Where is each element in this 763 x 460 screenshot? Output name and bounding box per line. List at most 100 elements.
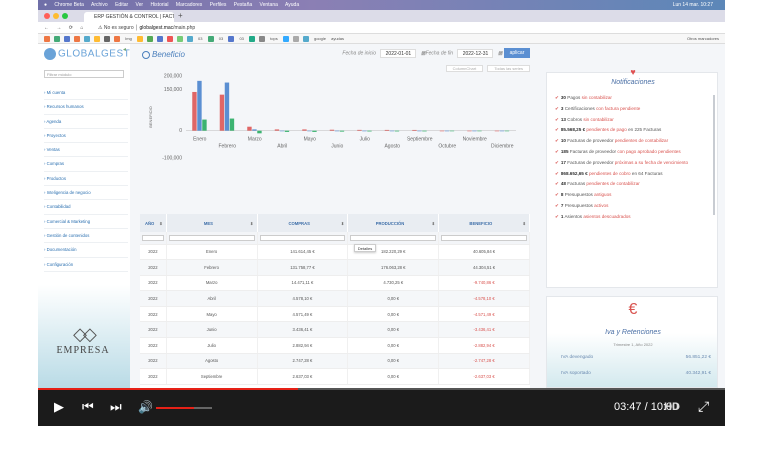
collapse-sidebar-icon[interactable]: ◂ (123, 46, 126, 53)
table-row[interactable]: 2022 Abril 4.578,10 €0,00 € -4.578,10 € (140, 290, 530, 307)
sidebar-item-agenda[interactable]: › Agenda (44, 115, 128, 129)
table-row[interactable]: 2022 Julio 2.882,94 €0,00 € -2.882,94 € (140, 337, 530, 354)
bar-beneficio (339, 130, 345, 132)
end-date-input[interactable]: 2022-12-31 (457, 48, 494, 58)
x-tick-label: Noviembre (463, 137, 487, 143)
sidebar-item-contenidos[interactable]: › Gestión de contenidos (44, 229, 128, 244)
url-host: globalgest.mac (139, 25, 174, 31)
sidebar-item-compras[interactable]: › Compras (44, 157, 128, 172)
sidebar-item-recursos-humanos[interactable]: › Recursos humanos (44, 100, 128, 115)
apply-button[interactable]: aplicar (504, 48, 530, 58)
search-icon (142, 50, 150, 59)
menu-app[interactable]: Chrome Beta (54, 2, 83, 8)
menu-pestana[interactable]: Pestaña (234, 2, 252, 8)
menu-ayuda[interactable]: Ayuda (285, 2, 299, 8)
nav-arrows-icon[interactable]: ← → ⟳ ⌂ (44, 22, 86, 34)
menu-editar[interactable]: Editar (115, 2, 128, 8)
table-row[interactable]: 2022 Febrero 131.758,77 €176.063,28 €44.30… (140, 259, 530, 276)
tab-erp[interactable]: ERP GESTIÓN & CONTROL | FACT (84, 12, 174, 22)
col-header-produccion[interactable]: PRODUCCIÓN ⬍ (347, 214, 440, 232)
menu-archivo[interactable]: Archivo (91, 2, 108, 8)
minimize-window-icon[interactable] (53, 13, 59, 19)
hd-button[interactable]: HD (664, 401, 680, 413)
col-header-beneficio[interactable]: BENEFICIO ⬍ (438, 214, 530, 232)
bookmark-03b[interactable]: 03 (219, 36, 223, 41)
module-filter-input[interactable]: Filtrar módulo (44, 70, 124, 78)
notification-highlight: sin contabilizar (583, 116, 614, 122)
sidebar-item-proyectos[interactable]: › Proyectos (44, 129, 128, 144)
menu-ventana[interactable]: Ventana (260, 2, 278, 8)
fullscreen-icon[interactable]: ⤢ (698, 398, 709, 415)
url-field[interactable]: ⚠ No es seguro │ globalgest.mac/main.php (98, 22, 195, 34)
notification-item[interactable]: ✔ 7 Presupuestos activos (555, 203, 711, 209)
notification-item[interactable]: ✔ 17 Facturas de proveedor próximas a su … (555, 160, 711, 166)
next-icon[interactable]: ⏭ (110, 400, 122, 414)
menu-marcadores[interactable]: Marcadores (176, 2, 202, 8)
date-filter: Fecha de inicio 2022-01-01 ▦ Fecha de fin… (342, 48, 530, 60)
volume-slider[interactable] (156, 407, 212, 409)
close-window-icon[interactable] (44, 13, 50, 19)
table-row[interactable]: 2022 Enero 141.614,45 €182.220,29 €40.605,… (140, 244, 530, 261)
bookmark-google[interactable]: google (314, 36, 326, 41)
new-tab-button[interactable]: + (178, 11, 183, 20)
sidebar-item-mi-cuenta[interactable]: › Mi cuenta (44, 86, 128, 101)
table-row[interactable]: 2022 Septiembre 2.637,03 €0,00 € -2.637,03 … (140, 368, 530, 385)
notification-item[interactable]: ✔ 30 Pagos sin contabilizar (555, 95, 711, 101)
zoom-window-icon[interactable] (62, 13, 68, 19)
x-tick-label: Octubre (438, 144, 456, 150)
notification-item[interactable]: ✔ 1 Asientos asientos descuadrados (555, 214, 711, 220)
sidebar-item-productos[interactable]: › Productos (44, 172, 128, 187)
bar-compras (384, 129, 390, 131)
notification-item[interactable]: ✔ 185 Facturas de proveedor con pago apro… (555, 149, 711, 155)
notification-item[interactable]: ✔ 13 Cobros sin contabilizar (555, 117, 711, 123)
table-cell: 2022 (140, 244, 167, 261)
notification-item[interactable]: ✔ 8 Presupuestos antiguos (555, 192, 711, 198)
filter-ano-input[interactable] (142, 234, 164, 241)
notifications-scrollbar[interactable] (713, 95, 715, 215)
notification-item[interactable]: ✔ 3 Certificaciones con factura pendiente (555, 106, 711, 112)
col-header-compras[interactable]: COMPRAS ⬍ (257, 214, 349, 232)
table-row[interactable]: 2022 Marzo 14.471,11 €4.730,25 € -9.740,86 … (140, 275, 530, 292)
sidebar-item-configuracion[interactable]: › Configuración (44, 258, 128, 272)
start-date-input[interactable]: 2022-01-01 (380, 48, 417, 58)
bookmark-tops[interactable]: tops (270, 36, 278, 41)
filter-mes-input[interactable] (168, 234, 255, 241)
menu-perfiles[interactable]: Perfiles (210, 2, 227, 8)
menu-ver[interactable]: Ver (136, 2, 144, 8)
sidebar-item-documentacion[interactable]: › Documentación (44, 243, 128, 258)
app-logo[interactable]: GLOBALGEST (44, 48, 130, 62)
x-tick-label: Junio (331, 144, 343, 150)
col-header-ano[interactable]: AÑO ⬍ (140, 214, 167, 232)
menu-historial[interactable]: Historial (150, 2, 168, 8)
sidebar-item-ventas[interactable]: › Ventas (44, 143, 128, 158)
filter-produccion-input[interactable] (350, 234, 437, 241)
filter-beneficio-input[interactable] (441, 234, 527, 241)
bookmark-img[interactable]: Img (125, 36, 132, 41)
bookmark-03a[interactable]: 03 (198, 36, 202, 41)
sidebar-item-comercial[interactable]: › Comercial & Marketing (44, 215, 128, 229)
notification-item[interactable]: ✔ 48 Facturas pendientes de contabilizar (555, 181, 711, 187)
notification-item[interactable]: ✔ 868.652,65 € pendientes de cobro en 64 … (555, 171, 711, 177)
volume-icon[interactable]: 🔊 (138, 400, 153, 414)
apple-icon[interactable]: ● (44, 2, 47, 8)
bookmark-03c[interactable]: 03 (239, 36, 243, 41)
bookmark-ayudas[interactable]: ayudas (331, 36, 344, 41)
notification-item[interactable]: ✔ 10 Facturas de proveedor pendientes de … (555, 138, 711, 144)
notification-item[interactable]: ✔ 85.568,25 € pendientes de pago en 225 F… (555, 127, 711, 133)
bookmark-otros[interactable]: Otros marcadores (687, 34, 719, 43)
notification-highlight: pendientes de cobro (588, 170, 631, 176)
sidebar-item-inteligencia[interactable]: › Inteligencia de negocio (44, 186, 128, 201)
col-header-mes[interactable]: MES ⬍ (166, 214, 258, 232)
filter-compras-input[interactable] (259, 234, 346, 241)
table-row[interactable]: 2022 Junio 3.436,41 €0,00 € -3.436,41 € (140, 321, 530, 339)
previous-icon[interactable]: ⏮ (82, 400, 94, 414)
calendar-icon[interactable]: ▦ (498, 50, 503, 56)
table-row[interactable]: 2022 Agosto 2.747,28 €0,00 € -2.747,28 € (140, 353, 530, 370)
table-row[interactable]: 2022 Mayo 4.571,49 €0,00 € -4.571,49 € (140, 306, 530, 323)
screen-recording: ● Chrome Beta Archivo Editar Ver Histori… (38, 0, 725, 388)
end-date-label: Fecha de fin (425, 50, 454, 57)
play-icon[interactable]: ▶ (54, 400, 64, 414)
bar-producción (197, 80, 202, 131)
seek-bar[interactable] (38, 388, 725, 390)
sidebar-item-contabilidad[interactable]: › Contabilidad (44, 200, 128, 215)
